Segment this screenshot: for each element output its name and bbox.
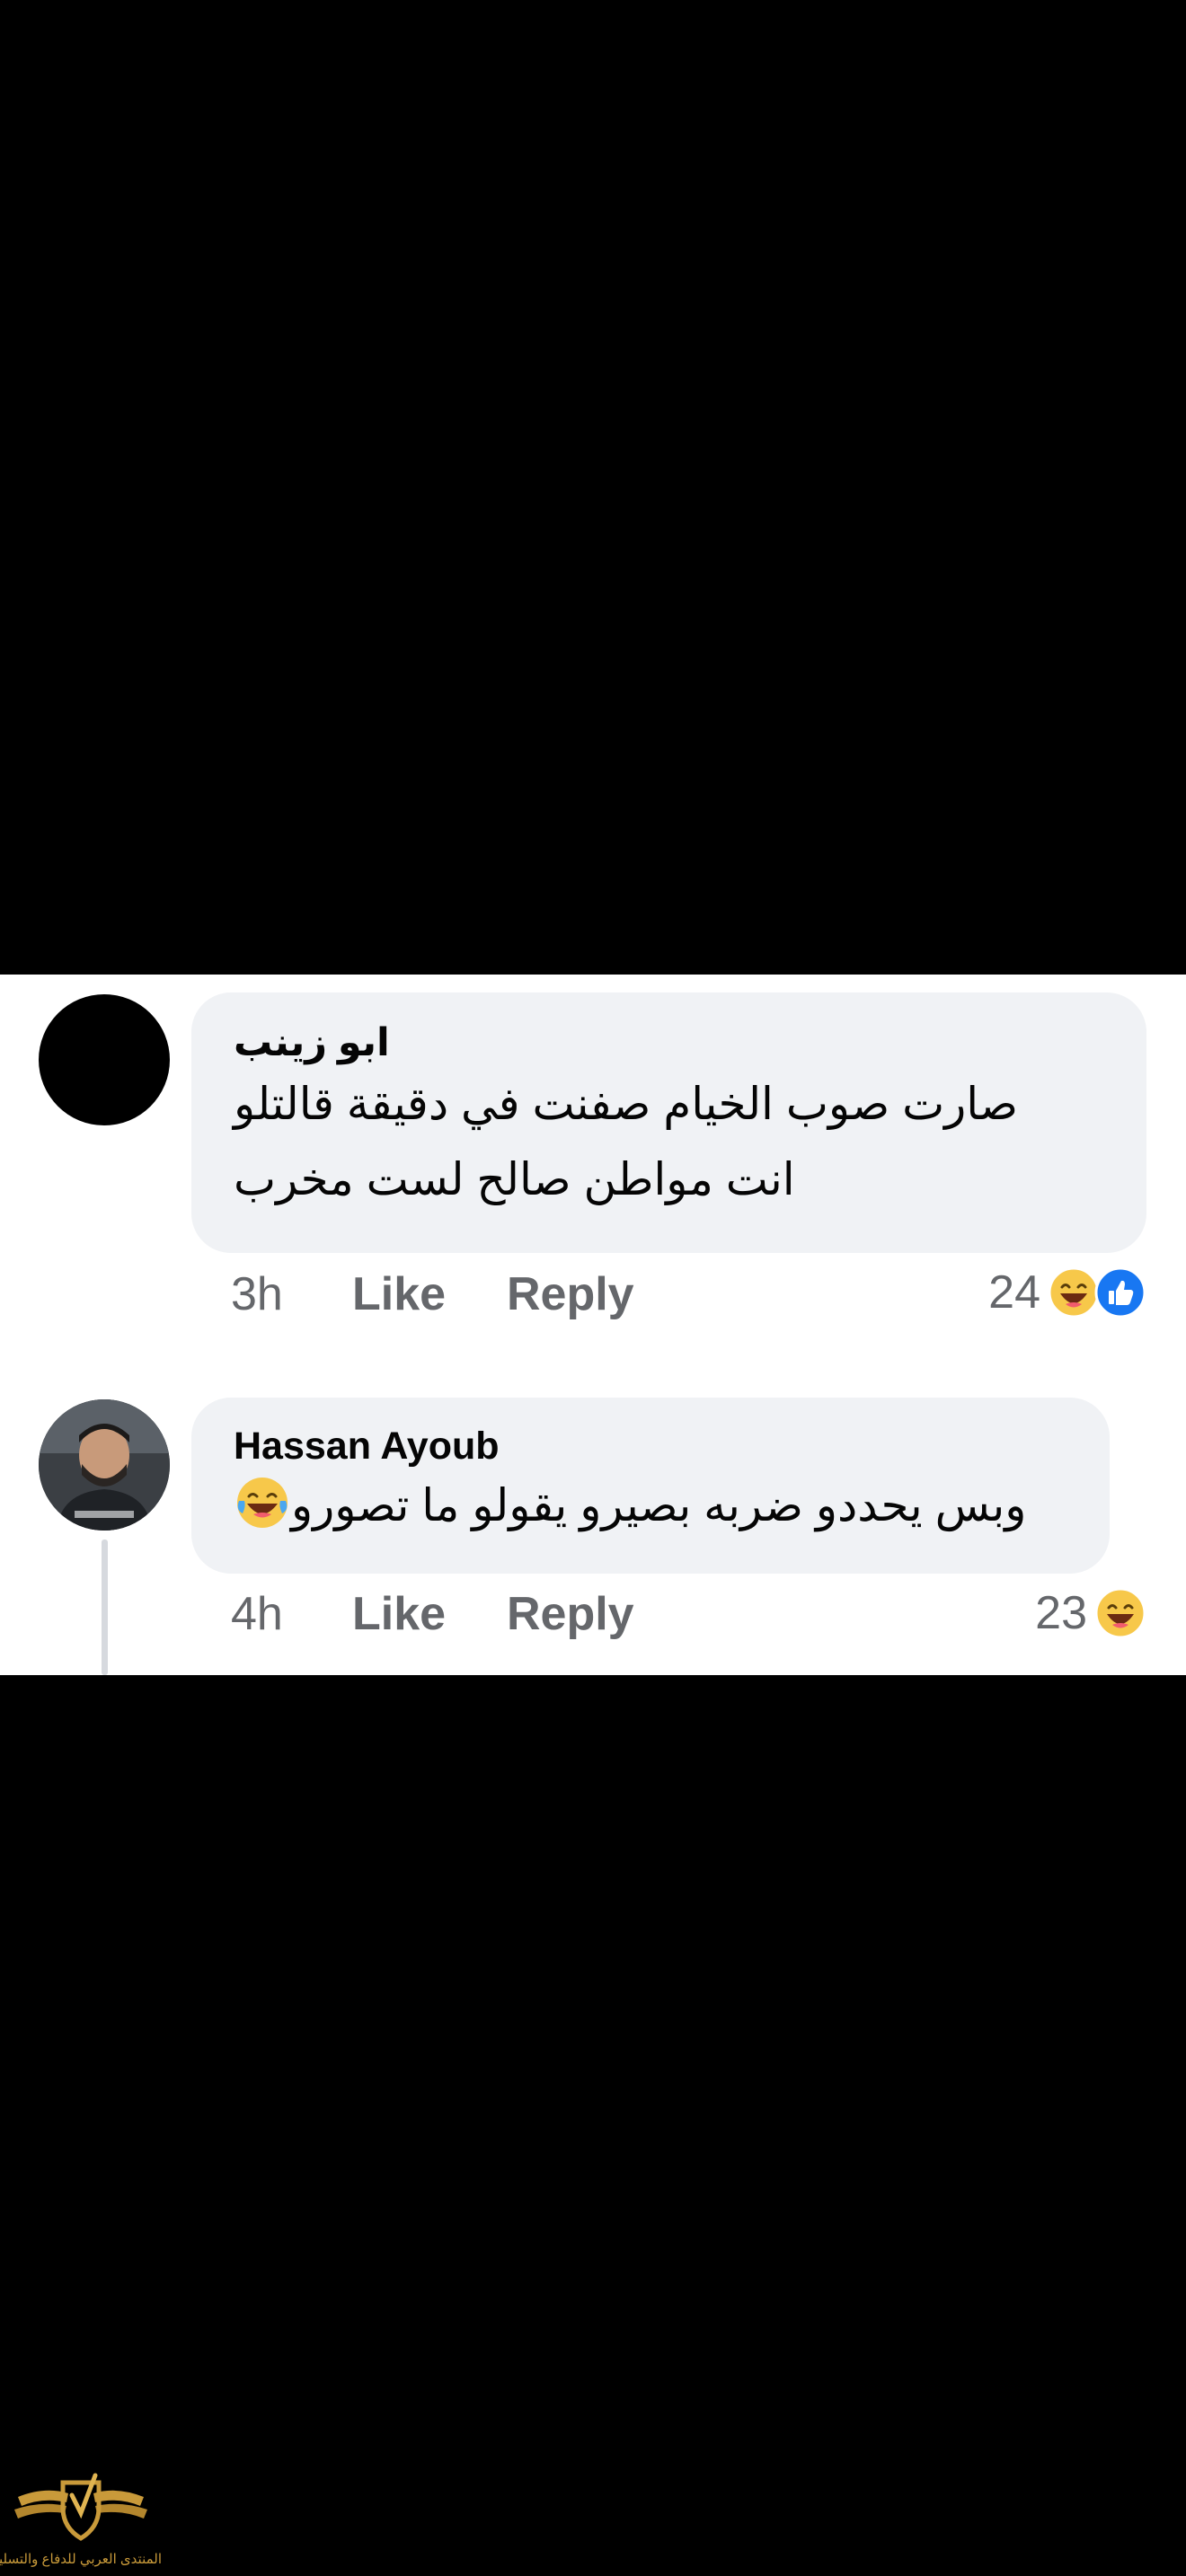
comment-actions: 4h Like Reply [231,1585,634,1643]
comment-text-line: انت مواطن صالح لست مخرب [234,1154,795,1204]
reply-button[interactable]: Reply [507,1587,634,1641]
comment-bubble[interactable]: Hassan Ayoub وبس يحددو ضربه بصيرو يقولو … [191,1398,1110,1574]
thread-line [102,1539,108,1675]
like-button[interactable]: Like [352,1267,507,1321]
comment-actions: 3h Like Reply [231,1266,634,1323]
comment-time: 4h [231,1588,283,1640]
reply-button[interactable]: Reply [507,1267,634,1321]
avatar[interactable] [39,994,170,1125]
comment-author[interactable]: Hassan Ayoub [234,1423,1067,1469]
haha-icon [1094,1587,1146,1639]
haha-icon [1048,1266,1100,1319]
reaction-count: 24 [988,1266,1040,1319]
comment-time: 3h [231,1268,283,1320]
comment-text: وبس يحددو ضربه بصيرو يقولو ما تصورو [234,1468,1067,1543]
reaction-count: 23 [1035,1587,1087,1639]
reaction-summary[interactable]: 24 [988,1264,1146,1321]
comment-bubble[interactable]: ابو زينب صارت صوب الخيام صفنت في دقيقة ق… [191,992,1146,1253]
watermark-text: المنتدى العربي للدفاع والتسليح [0,2552,162,2567]
avatar[interactable] [39,1399,170,1531]
tears-of-joy-icon [234,1474,291,1531]
comment-text-line: صارت صوب الخيام صفنت في دقيقة قالتلو [234,1079,1018,1129]
comments-panel: ابو زينب صارت صوب الخيام صفنت في دقيقة ق… [0,975,1186,1675]
watermark-logo: المنتدى العربي للدفاع والتسليح [0,2463,162,2571]
screenshot-page: ابو زينب صارت صوب الخيام صفنت في دقيقة ق… [0,0,1186,2576]
like-button[interactable]: Like [352,1587,507,1641]
reaction-summary[interactable]: 23 [1035,1584,1146,1642]
comment-text-body: وبس يحددو ضربه بصيرو يقولو ما تصورو [291,1480,1027,1531]
like-icon [1094,1266,1146,1319]
shield-wings-icon [14,2473,147,2541]
comment-author[interactable]: ابو زينب [234,1019,1104,1066]
